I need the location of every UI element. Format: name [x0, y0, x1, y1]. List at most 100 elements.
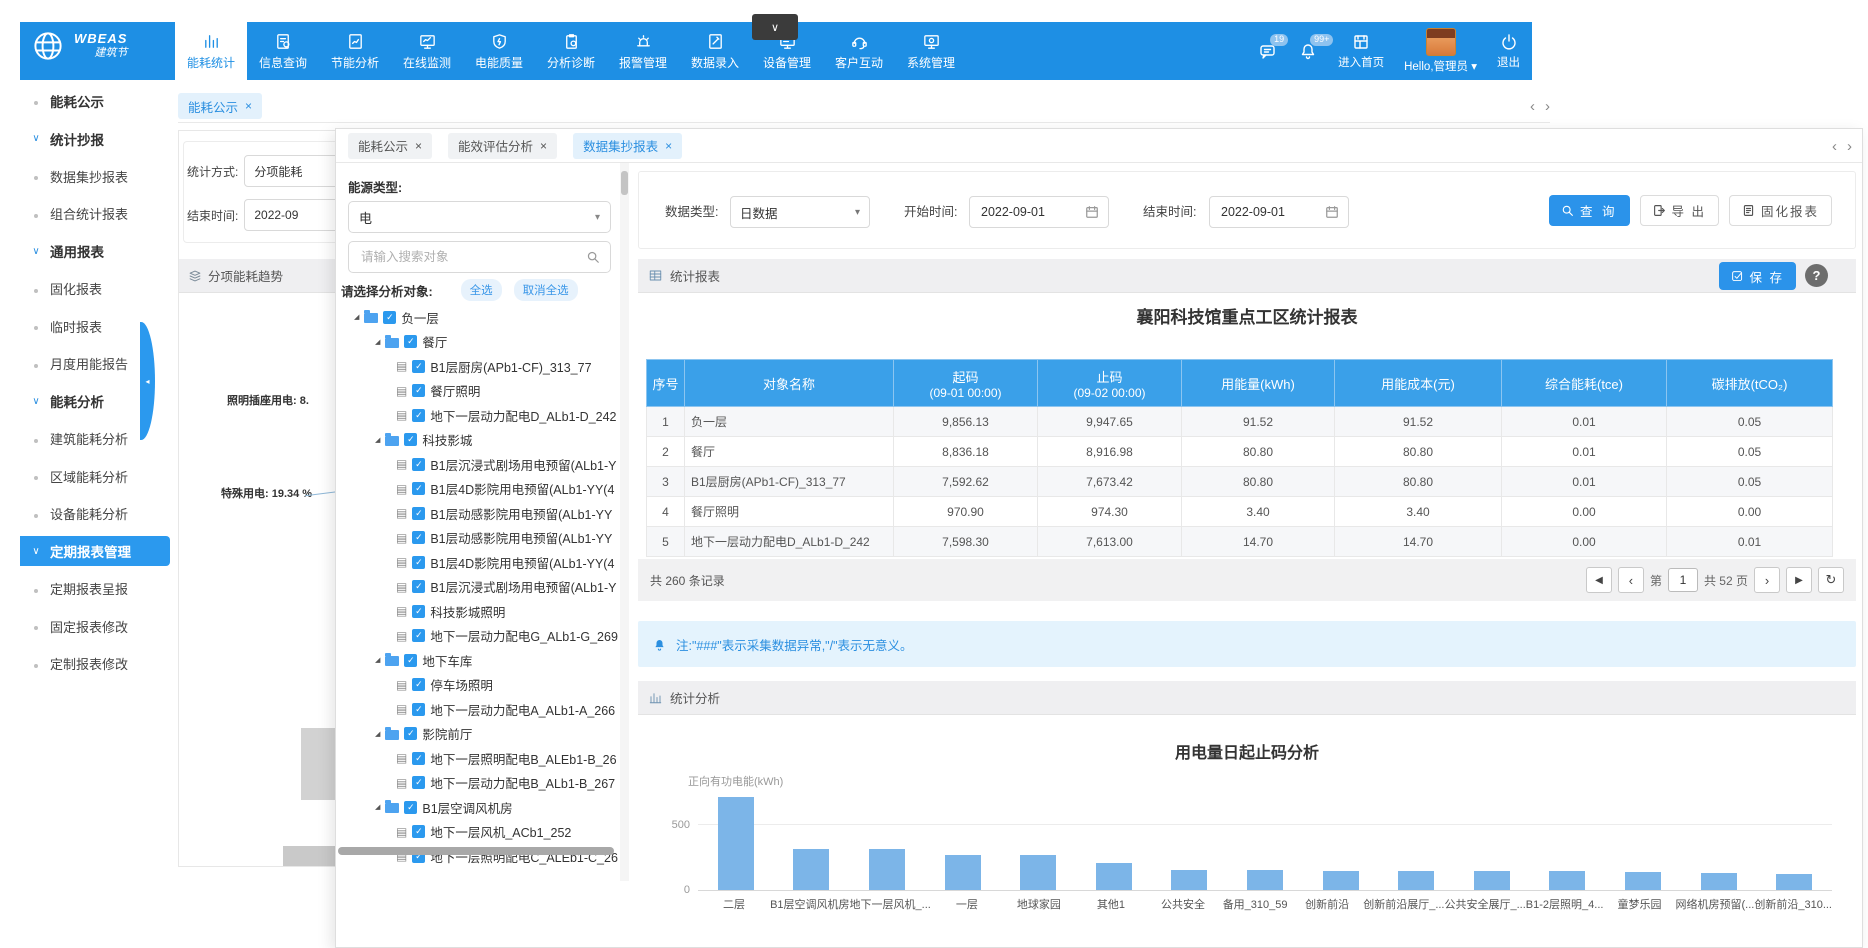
checkbox-checked[interactable]: ✓	[412, 409, 425, 422]
expand-icon[interactable]: ◢	[375, 803, 380, 811]
sidebar-item-6[interactable]: 固化报表	[20, 274, 170, 304]
export-button[interactable]: 导 出	[1640, 195, 1719, 226]
checkbox-checked[interactable]: ✓	[412, 482, 425, 495]
next-page-button[interactable]: ›	[1754, 567, 1780, 593]
checkbox-checked[interactable]: ✓	[412, 776, 425, 789]
sidebar-item-5[interactable]: ∨通用报表	[20, 236, 170, 266]
tree-item-6[interactable]: ◢✓科技影城	[336, 428, 620, 453]
nav-item-1[interactable]: 能耗统计	[175, 22, 247, 80]
tree-item-16[interactable]: ▤✓停车场照明	[336, 673, 620, 698]
checkbox-checked[interactable]: ✓	[383, 311, 396, 324]
expand-icon[interactable]: ◢	[375, 338, 380, 346]
sidebar-item-11[interactable]: 区域能耗分析	[20, 461, 170, 491]
sidebar-item-4[interactable]: 组合统计报表	[20, 199, 170, 229]
nav-item-6[interactable]: 分析诊断	[535, 22, 607, 80]
nav-item-5[interactable]: 电能质量	[463, 22, 535, 80]
page-number-input[interactable]	[1668, 568, 1698, 592]
last-page-button[interactable]: ▶	[1786, 567, 1812, 593]
home-button[interactable]: 进入首页	[1338, 32, 1384, 70]
checkbox-checked[interactable]: ✓	[404, 335, 417, 348]
tree-item-2[interactable]: ◢✓餐厅	[336, 330, 620, 355]
checkbox-checked[interactable]: ✓	[404, 801, 417, 814]
sidebar-item-16[interactable]: 定制报表修改	[20, 649, 170, 679]
tab-scroll-right-icon[interactable]: ›	[1545, 98, 1550, 115]
checkbox-checked[interactable]: ✓	[412, 507, 425, 520]
nav-item-7[interactable]: 报警管理	[607, 22, 679, 80]
checkbox-checked[interactable]: ✓	[404, 727, 417, 740]
tree-vertical-scrollbar-track[interactable]	[620, 163, 629, 881]
checkbox-checked[interactable]: ✓	[412, 629, 425, 642]
help-button[interactable]: ?	[1805, 264, 1828, 287]
close-icon[interactable]: ×	[540, 139, 547, 153]
nav-item-4[interactable]: 在线监测	[391, 22, 463, 80]
nav-dropdown-popup[interactable]: ∨	[752, 14, 798, 40]
tree-item-8[interactable]: ▤✓B1层4D影院用电预留(ALb1-YY(4	[336, 477, 620, 502]
first-page-button[interactable]: ◀	[1586, 567, 1612, 593]
tree-item-21[interactable]: ◢✓B1层空调风机房	[336, 795, 620, 820]
checkbox-checked[interactable]: ✓	[412, 360, 425, 373]
tree-item-11[interactable]: ▤✓B1层4D影院用电预留(ALb1-YY(4	[336, 550, 620, 575]
checkbox-checked[interactable]: ✓	[412, 678, 425, 691]
nav-item-10[interactable]: 客户互动	[823, 22, 895, 80]
checkbox-checked[interactable]: ✓	[404, 433, 417, 446]
tab-scroll-left-icon[interactable]: ‹	[1832, 138, 1837, 155]
window-tab-3[interactable]: 数据集抄报表×	[573, 133, 682, 159]
sidebar-item-1[interactable]: 能耗公示	[20, 86, 170, 116]
sidebar-item-15[interactable]: 固定报表修改	[20, 611, 170, 641]
checkbox-checked[interactable]: ✓	[412, 752, 425, 765]
table-row[interactable]: 5地下一层动力配电D_ALb1-D_2427,598.307,613.0014.…	[647, 527, 1833, 557]
tab-scroll-right-icon[interactable]: ›	[1847, 138, 1852, 155]
end-date-input[interactable]	[1219, 204, 1307, 220]
select-all-button[interactable]: 全选	[461, 279, 502, 301]
tree-item-15[interactable]: ◢✓地下车库	[336, 648, 620, 673]
tree-item-5[interactable]: ▤✓地下一层动力配电D_ALb1-D_242	[336, 403, 620, 428]
window-tab-1[interactable]: 能耗公示×	[348, 133, 432, 159]
tree-horizontal-scrollbar[interactable]	[338, 847, 614, 855]
deselect-all-button[interactable]: 取消全选	[514, 279, 578, 301]
table-row[interactable]: 3B1层厨房(APb1-CF)_313_777,592.627,673.4280…	[647, 467, 1833, 497]
tree-item-14[interactable]: ▤✓地下一层动力配电G_ALb1-G_269	[336, 624, 620, 649]
tree-item-20[interactable]: ▤✓地下一层动力配电B_ALb1-B_267	[336, 771, 620, 796]
sidebar-item-12[interactable]: 设备能耗分析	[20, 499, 170, 529]
table-row[interactable]: 2餐厅8,836.188,916.9880.8080.800.010.05	[647, 437, 1833, 467]
tree-item-10[interactable]: ▤✓B1层动感影院用电预留(ALb1-YY	[336, 526, 620, 551]
start-date-input[interactable]	[979, 204, 1067, 220]
nav-item-2[interactable]: 信息查询	[247, 22, 319, 80]
tree-item-13[interactable]: ▤✓科技影城照明	[336, 599, 620, 624]
stat-mode-select[interactable]: 分项能耗	[244, 155, 345, 187]
window-tab-2[interactable]: 能效评估分析×	[448, 133, 557, 159]
close-icon[interactable]: ×	[415, 139, 422, 153]
tree-item-3[interactable]: ▤✓B1层厨房(APb1-CF)_313_77	[336, 354, 620, 379]
object-search-input[interactable]	[359, 249, 586, 265]
messages-button[interactable]: 19	[1258, 41, 1278, 61]
tree-item-1[interactable]: ◢✓负一层	[336, 305, 620, 330]
tab-energy-publicity[interactable]: 能耗公示 ×	[178, 93, 262, 119]
logout-button[interactable]: 退出	[1497, 32, 1520, 70]
energy-type-select[interactable]: 电 ▾	[348, 201, 611, 233]
checkbox-checked[interactable]: ✓	[412, 556, 425, 569]
checkbox-checked[interactable]: ✓	[404, 654, 417, 667]
nav-item-3[interactable]: 节能分析	[319, 22, 391, 80]
tab-scroll-left-icon[interactable]: ‹	[1530, 98, 1535, 115]
save-button[interactable]: 保 存	[1719, 262, 1796, 290]
tree-item-19[interactable]: ▤✓地下一层照明配电B_ALEb1-B_26	[336, 746, 620, 771]
close-icon[interactable]: ×	[665, 139, 672, 153]
expand-icon[interactable]: ◢	[375, 656, 380, 664]
expand-icon[interactable]: ◢	[375, 436, 380, 444]
refresh-button[interactable]: ↻	[1818, 567, 1844, 593]
tree-item-9[interactable]: ▤✓B1层动感影院用电预留(ALb1-YY	[336, 501, 620, 526]
sidebar-item-13[interactable]: ∨定期报表管理	[20, 536, 170, 566]
close-icon[interactable]: ×	[245, 99, 252, 113]
solidify-report-button[interactable]: 固化报表	[1729, 195, 1832, 226]
nav-item-8[interactable]: 数据录入	[679, 22, 751, 80]
tree-item-4[interactable]: ▤✓餐厅照明	[336, 379, 620, 404]
sidebar-item-2[interactable]: ∨统计抄报	[20, 124, 170, 154]
alerts-button[interactable]: 99+	[1298, 41, 1318, 61]
prev-page-button[interactable]: ‹	[1618, 567, 1644, 593]
checkbox-checked[interactable]: ✓	[412, 605, 425, 618]
table-row[interactable]: 4餐厅照明970.90974.303.403.400.000.00	[647, 497, 1833, 527]
checkbox-checked[interactable]: ✓	[412, 580, 425, 593]
search-icon[interactable]	[586, 250, 600, 264]
tree-item-17[interactable]: ▤✓地下一层动力配电A_ALb1-A_266	[336, 697, 620, 722]
tree-item-22[interactable]: ▤✓地下一层风机_ACb1_252	[336, 820, 620, 845]
